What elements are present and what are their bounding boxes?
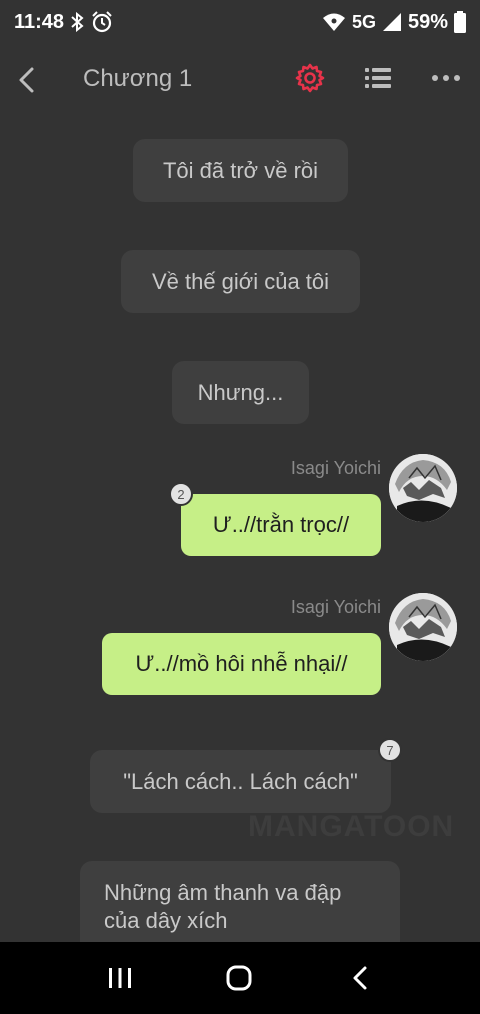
avatar[interactable] xyxy=(389,593,457,661)
watermark: MANGATOON xyxy=(248,810,455,843)
comment-count-badge[interactable]: 2 xyxy=(169,482,193,506)
system-nav-bar xyxy=(0,942,480,1014)
comment-count-badge[interactable]: 7 xyxy=(378,738,402,762)
avatar-image xyxy=(389,454,457,522)
settings-button[interactable] xyxy=(294,62,326,94)
recent-apps-button[interactable] xyxy=(100,962,140,994)
sender-name: Isagi Yoichi xyxy=(290,597,381,617)
top-bar: Chương 1 xyxy=(0,50,480,110)
avatar-image xyxy=(389,593,457,661)
narration-bubble[interactable]: Nhưng... xyxy=(172,361,309,424)
battery-icon xyxy=(454,11,466,33)
alarm-icon xyxy=(90,10,114,34)
chat-area[interactable]: MANGATOON Tôi đã trở về rồi Về thế giới … xyxy=(0,110,480,942)
message-bubble[interactable]: Ư..//mồ hôi nhễ nhại// xyxy=(102,633,381,695)
narration-bubble[interactable]: Tôi đã trở về rồi xyxy=(133,139,348,202)
narration-bubble[interactable]: Về thế giới của tôi xyxy=(121,250,360,313)
bluetooth-icon xyxy=(70,12,84,32)
narration-bubble[interactable]: Những âm thanh va đập của dây xích xyxy=(80,861,400,942)
back-button[interactable] xyxy=(12,62,42,98)
home-icon xyxy=(226,965,252,991)
chapter-title: Chương 1 xyxy=(83,65,193,92)
message-bubble[interactable]: Ư..//trằn trọc// xyxy=(181,494,381,556)
recent-apps-icon xyxy=(109,968,131,988)
signal-icon xyxy=(382,12,402,32)
battery-percent: 59% xyxy=(407,10,448,33)
chapter-list-button[interactable] xyxy=(362,62,394,94)
back-arrow-icon xyxy=(19,67,34,93)
status-time: 11:48 xyxy=(14,10,65,33)
system-back-button[interactable] xyxy=(340,962,380,994)
status-bar: 11:48 5G 59% xyxy=(0,0,480,44)
back-chevron-icon xyxy=(353,966,367,990)
hotspot-icon xyxy=(322,12,346,32)
avatar[interactable] xyxy=(389,454,457,522)
gear-icon xyxy=(295,63,325,93)
more-dots-icon xyxy=(432,75,460,81)
narration-bubble[interactable]: "Lách cách.. Lách cách" xyxy=(90,750,391,813)
home-button[interactable] xyxy=(219,962,259,994)
list-icon xyxy=(365,68,391,88)
more-options-button[interactable] xyxy=(430,62,462,94)
network-type: 5G xyxy=(351,11,376,32)
sender-name: Isagi Yoichi xyxy=(290,458,381,478)
